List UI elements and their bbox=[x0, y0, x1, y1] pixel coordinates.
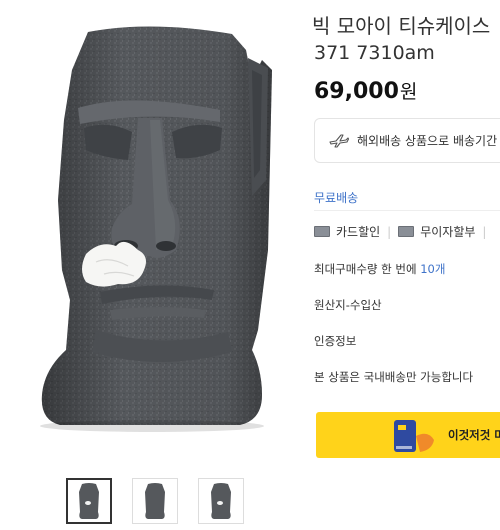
divider bbox=[314, 210, 500, 211]
product-title: 빅 모아이 티슈케이스 bbox=[312, 14, 491, 38]
installment-icon bbox=[398, 226, 415, 237]
max-purchase-label: 최대구매수량 한 번에 bbox=[314, 262, 417, 276]
max-purchase-info: 최대구매수량 한 번에 10개 bbox=[314, 261, 445, 277]
domestic-shipping-notice: 본 상품은 국내배송만 가능합니다 bbox=[314, 370, 474, 384]
thumbnail-strip bbox=[66, 478, 244, 524]
promo-banner[interactable]: 이것저것 머 bbox=[316, 412, 500, 458]
card-discount-link[interactable]: 카드할인 bbox=[336, 223, 380, 240]
product-subtitle: 371 7310am bbox=[314, 42, 435, 64]
overseas-shipping-text: 해외배송 상품으로 배송기간 bbox=[357, 134, 498, 148]
promo-banner-text: 이것저것 머 bbox=[448, 428, 500, 442]
separator: | bbox=[387, 224, 392, 239]
price-unit: 원 bbox=[399, 81, 418, 103]
product-price: 69,000원 bbox=[314, 77, 417, 104]
max-purchase-value: 10개 bbox=[420, 262, 446, 276]
installment-link[interactable]: 무이자할부 bbox=[420, 223, 475, 240]
free-shipping-label: 무료배송 bbox=[314, 191, 359, 205]
price-value: 69,000 bbox=[314, 79, 399, 104]
moai-thumbnail-icon bbox=[79, 483, 99, 519]
overseas-shipping-notice[interactable]: 해외배송 상품으로 배송기간 bbox=[314, 118, 500, 163]
airplane-icon bbox=[329, 133, 349, 148]
product-main-image bbox=[0, 0, 300, 470]
wallet-card-icon bbox=[394, 420, 434, 452]
thumbnail-3[interactable] bbox=[198, 478, 244, 524]
thumbnail-1[interactable] bbox=[66, 478, 112, 524]
product-info-panel: 빅 모아이 티슈케이스 371 7310am 69,000원 해외배송 상품으로… bbox=[300, 0, 500, 530]
card-icon bbox=[314, 226, 330, 237]
moai-statue-image bbox=[40, 26, 273, 432]
origin-info: 원산지-수입산 bbox=[314, 298, 382, 312]
benefits-row: 카드할인 | 무이자할부 | bbox=[314, 223, 493, 240]
certification-info[interactable]: 인증정보 bbox=[314, 333, 356, 349]
separator: | bbox=[482, 224, 487, 239]
moai-thumbnail-icon bbox=[145, 483, 165, 519]
moai-thumbnail-icon bbox=[211, 483, 231, 519]
thumbnail-2[interactable] bbox=[132, 478, 178, 524]
